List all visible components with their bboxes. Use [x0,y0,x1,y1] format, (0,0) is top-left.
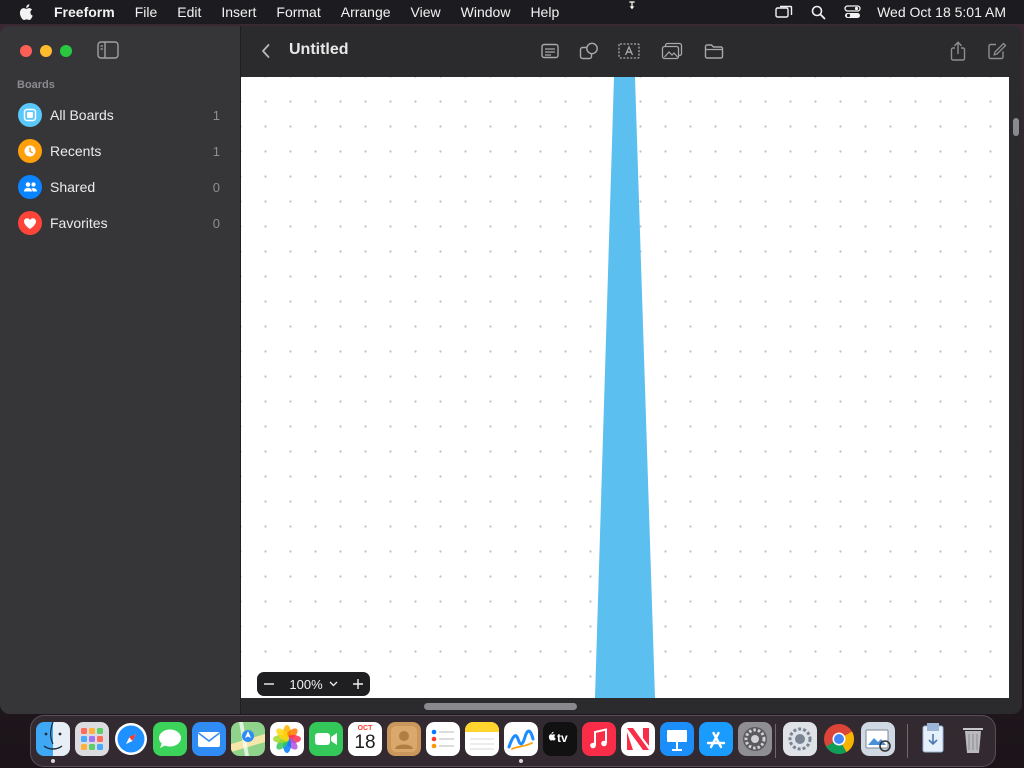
sidebar-item-count: 1 [212,143,220,159]
dock-separator [775,724,776,758]
dock-safari-icon[interactable] [114,722,148,756]
dock-finder-icon[interactable] [36,722,70,756]
dock: OCT 18 tv [30,715,996,767]
dock-tv-icon[interactable]: tv [543,722,577,756]
zoom-out-button[interactable] [257,672,281,696]
text-box-icon[interactable] [617,40,641,62]
minimize-window-button[interactable] [40,45,52,57]
clock-icon [18,139,42,163]
vertical-scrollbar[interactable] [1009,77,1022,714]
toolbar: Untitled [241,26,1022,77]
dock-separator [907,724,908,758]
chevron-down-icon [329,681,338,687]
boards-list: All Boards 1 Recents 1 Shared 0 Favorite… [12,97,230,241]
sidebar-item-label: All Boards [50,107,114,123]
dock-music-icon[interactable] [582,722,616,756]
sidebar-item-count: 0 [212,215,220,231]
menu-arrange[interactable]: Arrange [331,0,401,24]
menu-view[interactable]: View [401,0,451,24]
dock-photos-icon[interactable] [270,722,304,756]
folder-icon[interactable] [702,40,726,62]
sidebar-item-recents[interactable]: Recents 1 [12,133,230,169]
screen-mirroring-icon[interactable] [767,0,801,24]
window-controls [20,45,72,57]
menu-format[interactable]: Format [266,0,330,24]
sidebar-item-shared[interactable]: Shared 0 [12,169,230,205]
menu-bar: Freeform File Edit Insert Format Arrange… [0,0,1024,24]
fullscreen-window-button[interactable] [60,45,72,57]
drawn-stroke[interactable] [241,77,1009,698]
sidebar-item-label: Favorites [50,215,108,231]
back-chevron-icon[interactable] [259,42,273,60]
menu-file[interactable]: File [125,0,168,24]
edit-icon[interactable] [985,40,1009,62]
share-icon[interactable] [946,40,970,62]
boards-icon [18,103,42,127]
dock-facetime-icon[interactable] [309,722,343,756]
dock-mail-icon[interactable] [192,722,226,756]
dock-chrome-icon[interactable] [822,722,856,756]
running-indicator [51,759,55,763]
sidebar-item-count: 0 [212,179,220,195]
menu-window[interactable]: Window [451,0,521,24]
zoom-level-value: 100% [289,676,323,692]
close-window-button[interactable] [20,45,32,57]
dock-calendar-icon[interactable]: OCT 18 [348,722,382,756]
dock-keynote-icon[interactable] [660,722,694,756]
sticky-note-icon[interactable] [538,40,562,62]
sidebar: Boards All Boards 1 Recents 1 Shared 0 F… [0,26,241,714]
zoom-in-button[interactable] [346,672,370,696]
apple-menu-icon[interactable] [0,4,52,20]
horizontal-scrollbar[interactable] [241,698,1009,714]
running-indicator [519,759,523,763]
dock-maps-icon[interactable] [231,722,265,756]
dock-system-settings-icon[interactable] [738,722,772,756]
dock-preview-icon[interactable] [861,722,895,756]
horizontal-scroll-thumb[interactable] [424,703,577,710]
dock-notes-icon[interactable] [465,722,499,756]
tv-label: tv [557,731,568,745]
dock-launchpad-icon[interactable] [75,722,109,756]
dock-reminders-icon[interactable] [426,722,460,756]
menu-clock[interactable]: Wed Oct 18 5:01 AM [869,4,1024,20]
zoom-control: 100% [257,672,370,696]
board-area: Untitled 100% [241,26,1022,714]
calendar-day: 18 [354,732,376,753]
zoom-level-dropdown[interactable]: 100% [281,677,346,692]
sidebar-section-title: Boards [17,79,55,91]
media-icon[interactable] [660,40,684,62]
dock-news-icon[interactable] [621,722,655,756]
sidebar-item-label: Shared [50,179,96,195]
shapes-icon[interactable] [577,40,601,62]
dock-trash-icon[interactable] [956,722,990,756]
sidebar-item-count: 1 [212,107,220,123]
sidebar-item-all-boards[interactable]: All Boards 1 [12,97,230,133]
heart-icon [18,211,42,235]
sidebar-item-favorites[interactable]: Favorites 0 [12,205,230,241]
spotlight-search-icon[interactable] [801,0,835,24]
dock-downloads-folder-icon[interactable] [917,722,951,756]
mouse-cursor-icon [628,0,636,11]
freeform-window: Boards All Boards 1 Recents 1 Shared 0 F… [0,26,1022,714]
sidebar-toggle-icon[interactable] [97,41,119,59]
menu-edit[interactable]: Edit [167,0,211,24]
people-icon [18,175,42,199]
dock-utility-icon[interactable] [783,722,817,756]
menu-insert[interactable]: Insert [211,0,266,24]
board-title[interactable]: Untitled [289,41,349,59]
control-center-icon[interactable] [835,0,869,24]
sidebar-item-label: Recents [50,143,102,159]
dock-freeform-icon[interactable] [504,722,538,756]
menu-app-name[interactable]: Freeform [52,0,125,24]
dock-messages-icon[interactable] [153,722,187,756]
dock-app-store-icon[interactable] [699,722,733,756]
dock-contacts-icon[interactable] [387,722,421,756]
menu-help[interactable]: Help [520,0,569,24]
vertical-scroll-thumb[interactable] [1013,118,1019,136]
board-canvas[interactable] [241,77,1009,698]
